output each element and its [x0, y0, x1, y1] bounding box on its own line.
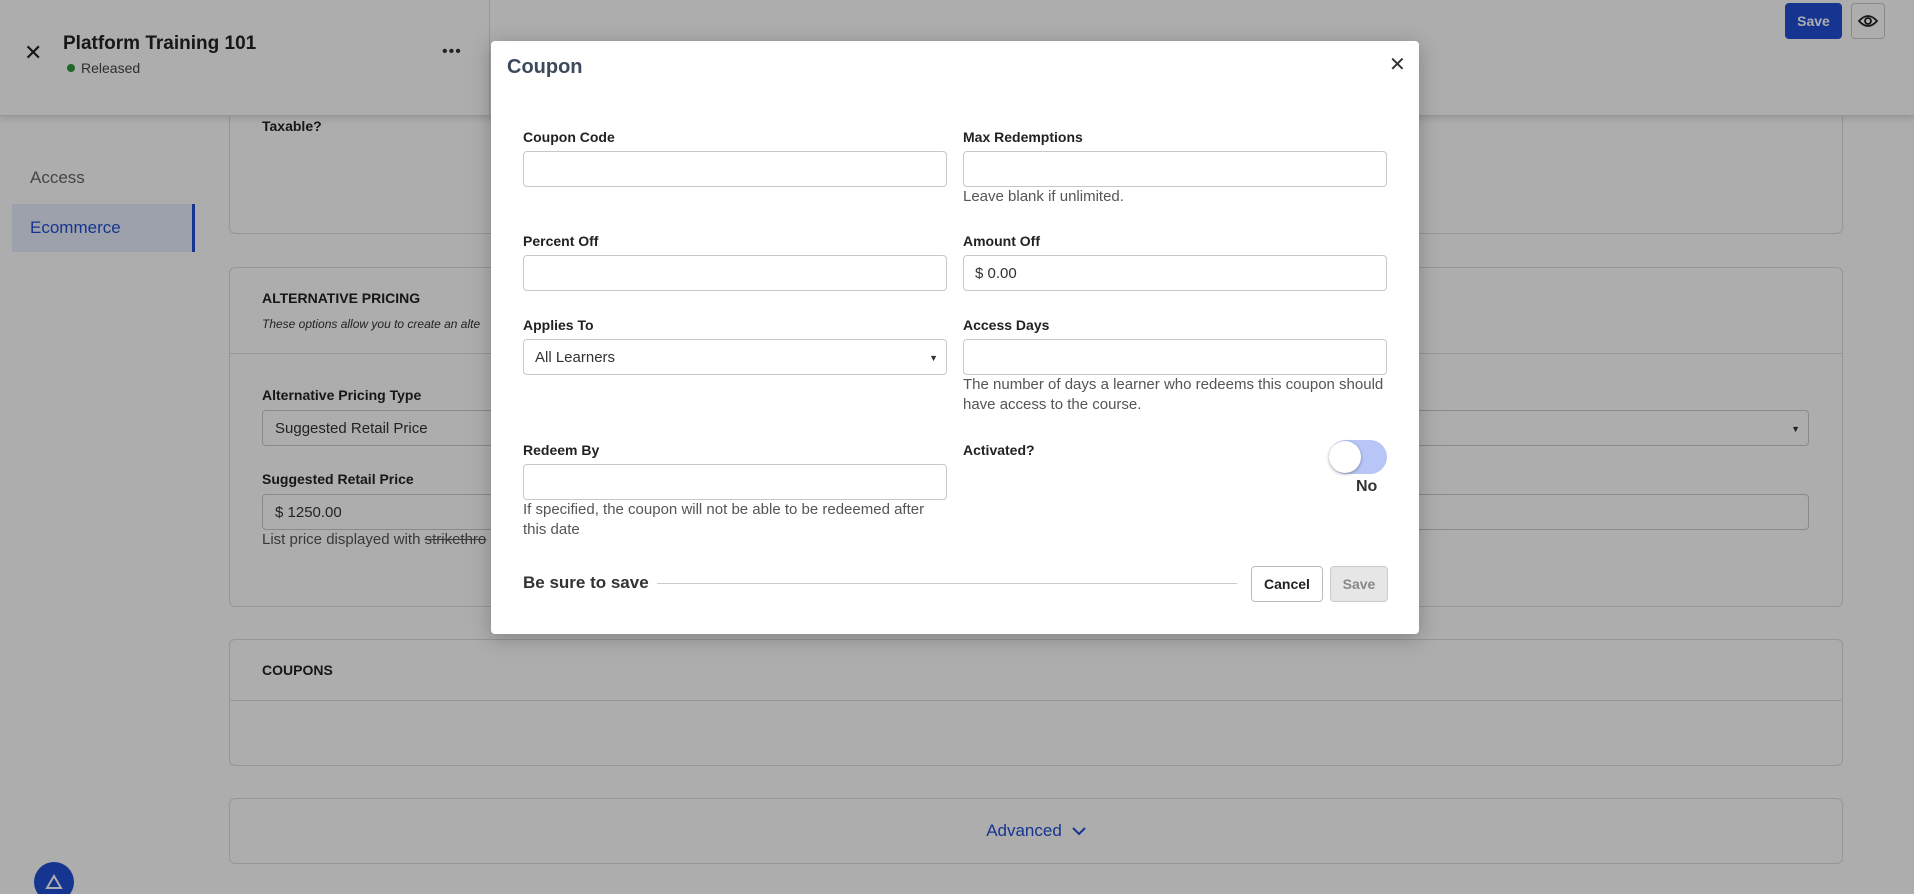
activated-toggle[interactable]: [1329, 440, 1387, 474]
redeem-by-hint: If specified, the coupon will not be abl…: [523, 501, 925, 538]
applies-to-label: Applies To: [523, 317, 594, 333]
access-days-input[interactable]: [963, 339, 1387, 375]
caret-down-icon: ▼: [929, 353, 938, 363]
max-redemptions-input[interactable]: [963, 151, 1387, 187]
amount-off-input[interactable]: $ 0.00: [963, 255, 1387, 291]
toggle-knob: [1329, 441, 1361, 473]
access-days-label: Access Days: [963, 317, 1050, 333]
access-days-hint: The number of days a learner who redeems…: [963, 376, 1384, 413]
activated-state-text: No: [1356, 478, 1378, 495]
footer-divider: [657, 583, 1237, 584]
modal-title: Coupon: [507, 56, 583, 78]
save-reminder-text: Be sure to save: [523, 573, 649, 592]
applies-to-value: All Learners: [535, 348, 616, 366]
percent-off-input[interactable]: [523, 255, 947, 291]
max-redemptions-hint: Leave blank if unlimited.: [963, 188, 1124, 205]
cancel-button[interactable]: Cancel: [1251, 566, 1323, 602]
amount-off-label: Amount Off: [963, 233, 1040, 249]
redeem-by-label: Redeem By: [523, 442, 600, 458]
coupon-code-label: Coupon Code: [523, 129, 615, 145]
close-icon[interactable]: ✕: [1389, 55, 1406, 75]
save-button[interactable]: Save: [1330, 566, 1388, 602]
max-redemptions-label: Max Redemptions: [963, 129, 1083, 145]
activated-label: Activated?: [963, 442, 1035, 458]
coupon-code-input[interactable]: [523, 151, 947, 187]
applies-to-select[interactable]: All Learners ▼: [523, 339, 947, 375]
redeem-by-input[interactable]: [523, 464, 947, 500]
percent-off-label: Percent Off: [523, 233, 599, 249]
coupon-modal: Coupon ✕ Coupon Code Max Redemptions Lea…: [491, 41, 1419, 634]
